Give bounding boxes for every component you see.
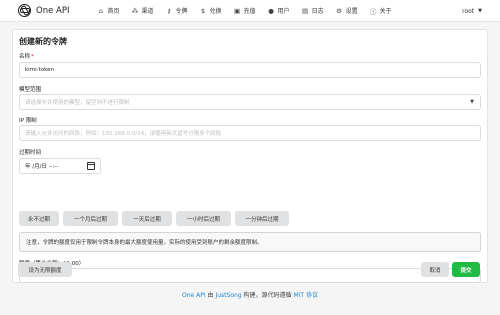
models-dropdown[interactable]: 请选择允许使用的模型，留空则不进行限制 ▼: [19, 94, 481, 110]
page-title: 创建新的令牌: [19, 37, 67, 46]
nav-label: 设置: [345, 8, 358, 15]
models-placeholder: 请选择允许使用的模型，留空则不进行限制: [25, 100, 130, 106]
gear-icon: ⚙: [336, 6, 342, 15]
expire-value: 年 /月/日 --:--: [25, 164, 59, 170]
footer-app-link[interactable]: One API: [182, 292, 206, 299]
main-nav: ⌂ 首页 ⁂ 渠道 ⚷ 令牌 $ 兑换 ▣ 充值 ● 用户 ▤ 日志 ⚙ 设置 ⓘ 关于: [91, 0, 397, 22]
home-icon: ⌂: [98, 6, 104, 15]
models-label: 模型范围: [19, 87, 42, 93]
one-hour-button[interactable]: 一小时后过期: [176, 211, 231, 226]
footer-built: 构建，源代码遵循: [243, 292, 292, 299]
app-name: One API: [36, 5, 70, 16]
nav-item-settings[interactable]: ⚙ 设置: [330, 0, 364, 22]
quota-notice: 注意，令牌的额度仅用于限制令牌本身的最大额度使用量，实际的使用受到账户的剩余额度…: [19, 232, 481, 252]
nav-item-logs[interactable]: ▤ 日志: [296, 0, 330, 22]
submit-button[interactable]: 提交: [452, 262, 480, 277]
top-navbar: One API ⌂ 首页 ⁂ 渠道 ⚷ 令牌 $ 兑换 ▣ 充值 ● 用户 ▤ 日志 ⚙ 设置 …: [0, 0, 500, 22]
nav-label: 充值: [243, 8, 256, 15]
nav-label: 首页: [107, 8, 120, 15]
name-input[interactable]: kimi-token: [19, 62, 481, 78]
footer-author-link[interactable]: JustSong: [215, 292, 241, 299]
create-token-card: 创建新的令牌 名称* kimi-token 模型范围 请选择允许使用的模型，留空…: [12, 29, 488, 283]
set-unlimited-quota-button[interactable]: 设为无限额度: [18, 262, 72, 277]
nav-label: 令牌: [175, 8, 188, 15]
ip-label: IP 限制: [19, 118, 37, 124]
nav-item-redeem[interactable]: $ 兑换: [194, 0, 228, 22]
one-minute-button[interactable]: 一分钟后过期: [235, 211, 289, 226]
nav-label: 日志: [311, 8, 324, 15]
nav-item-about[interactable]: ⓘ 关于: [364, 0, 398, 22]
sitemap-icon: ⁂: [131, 6, 139, 15]
dollar-icon: $: [200, 6, 206, 15]
one-month-button[interactable]: 一个月后过期: [63, 211, 118, 226]
footer-by: 由: [207, 292, 214, 299]
never-expire-button[interactable]: 永不过期: [19, 211, 59, 226]
quota-input[interactable]: 500000: [19, 268, 481, 283]
expire-label: 过期时间: [19, 150, 42, 156]
calendar-icon[interactable]: [87, 162, 95, 170]
nav-label: 关于: [379, 8, 392, 15]
user-icon: ●: [268, 6, 274, 15]
one-day-button[interactable]: 一天后过期: [122, 211, 172, 226]
nav-label: 兑换: [209, 8, 222, 15]
nav-item-channels[interactable]: ⁂ 渠道: [125, 0, 159, 22]
dropdown-arrow-icon: ▼: [470, 99, 474, 105]
name-label: 名称*: [19, 54, 34, 60]
expire-datetime-input[interactable]: 年 /月/日 --:--: [19, 158, 101, 174]
username: root: [462, 7, 475, 15]
key-icon: ⚷: [166, 6, 172, 15]
caret-down-icon: ▼: [478, 8, 482, 14]
nav-item-home[interactable]: ⌂ 首页: [91, 0, 125, 22]
nav-label: 渠道: [141, 8, 154, 15]
user-menu[interactable]: root ▼: [462, 0, 482, 22]
brand[interactable]: One API: [18, 4, 69, 17]
cart-icon: ▣: [233, 6, 241, 15]
nav-item-topup[interactable]: ▣ 充值: [228, 0, 262, 22]
nav-item-tokens[interactable]: ⚷ 令牌: [160, 0, 194, 22]
ip-input[interactable]: 请输入允许访问的网段，例如：192.168.0.0/24，请使用英文逗号分隔多个…: [19, 125, 481, 141]
nav-item-users[interactable]: ● 用户: [262, 0, 296, 22]
footer: One API 由 JustSong 构建，源代码遵循 MIT 协议: [0, 290, 500, 299]
cancel-button[interactable]: 取消: [421, 262, 449, 277]
footer-license-link[interactable]: MIT 协议: [293, 292, 318, 299]
openai-logo-icon: [18, 4, 31, 17]
nav-label: 用户: [277, 8, 290, 15]
book-icon: ▤: [301, 6, 309, 15]
info-icon: ⓘ: [369, 7, 377, 16]
